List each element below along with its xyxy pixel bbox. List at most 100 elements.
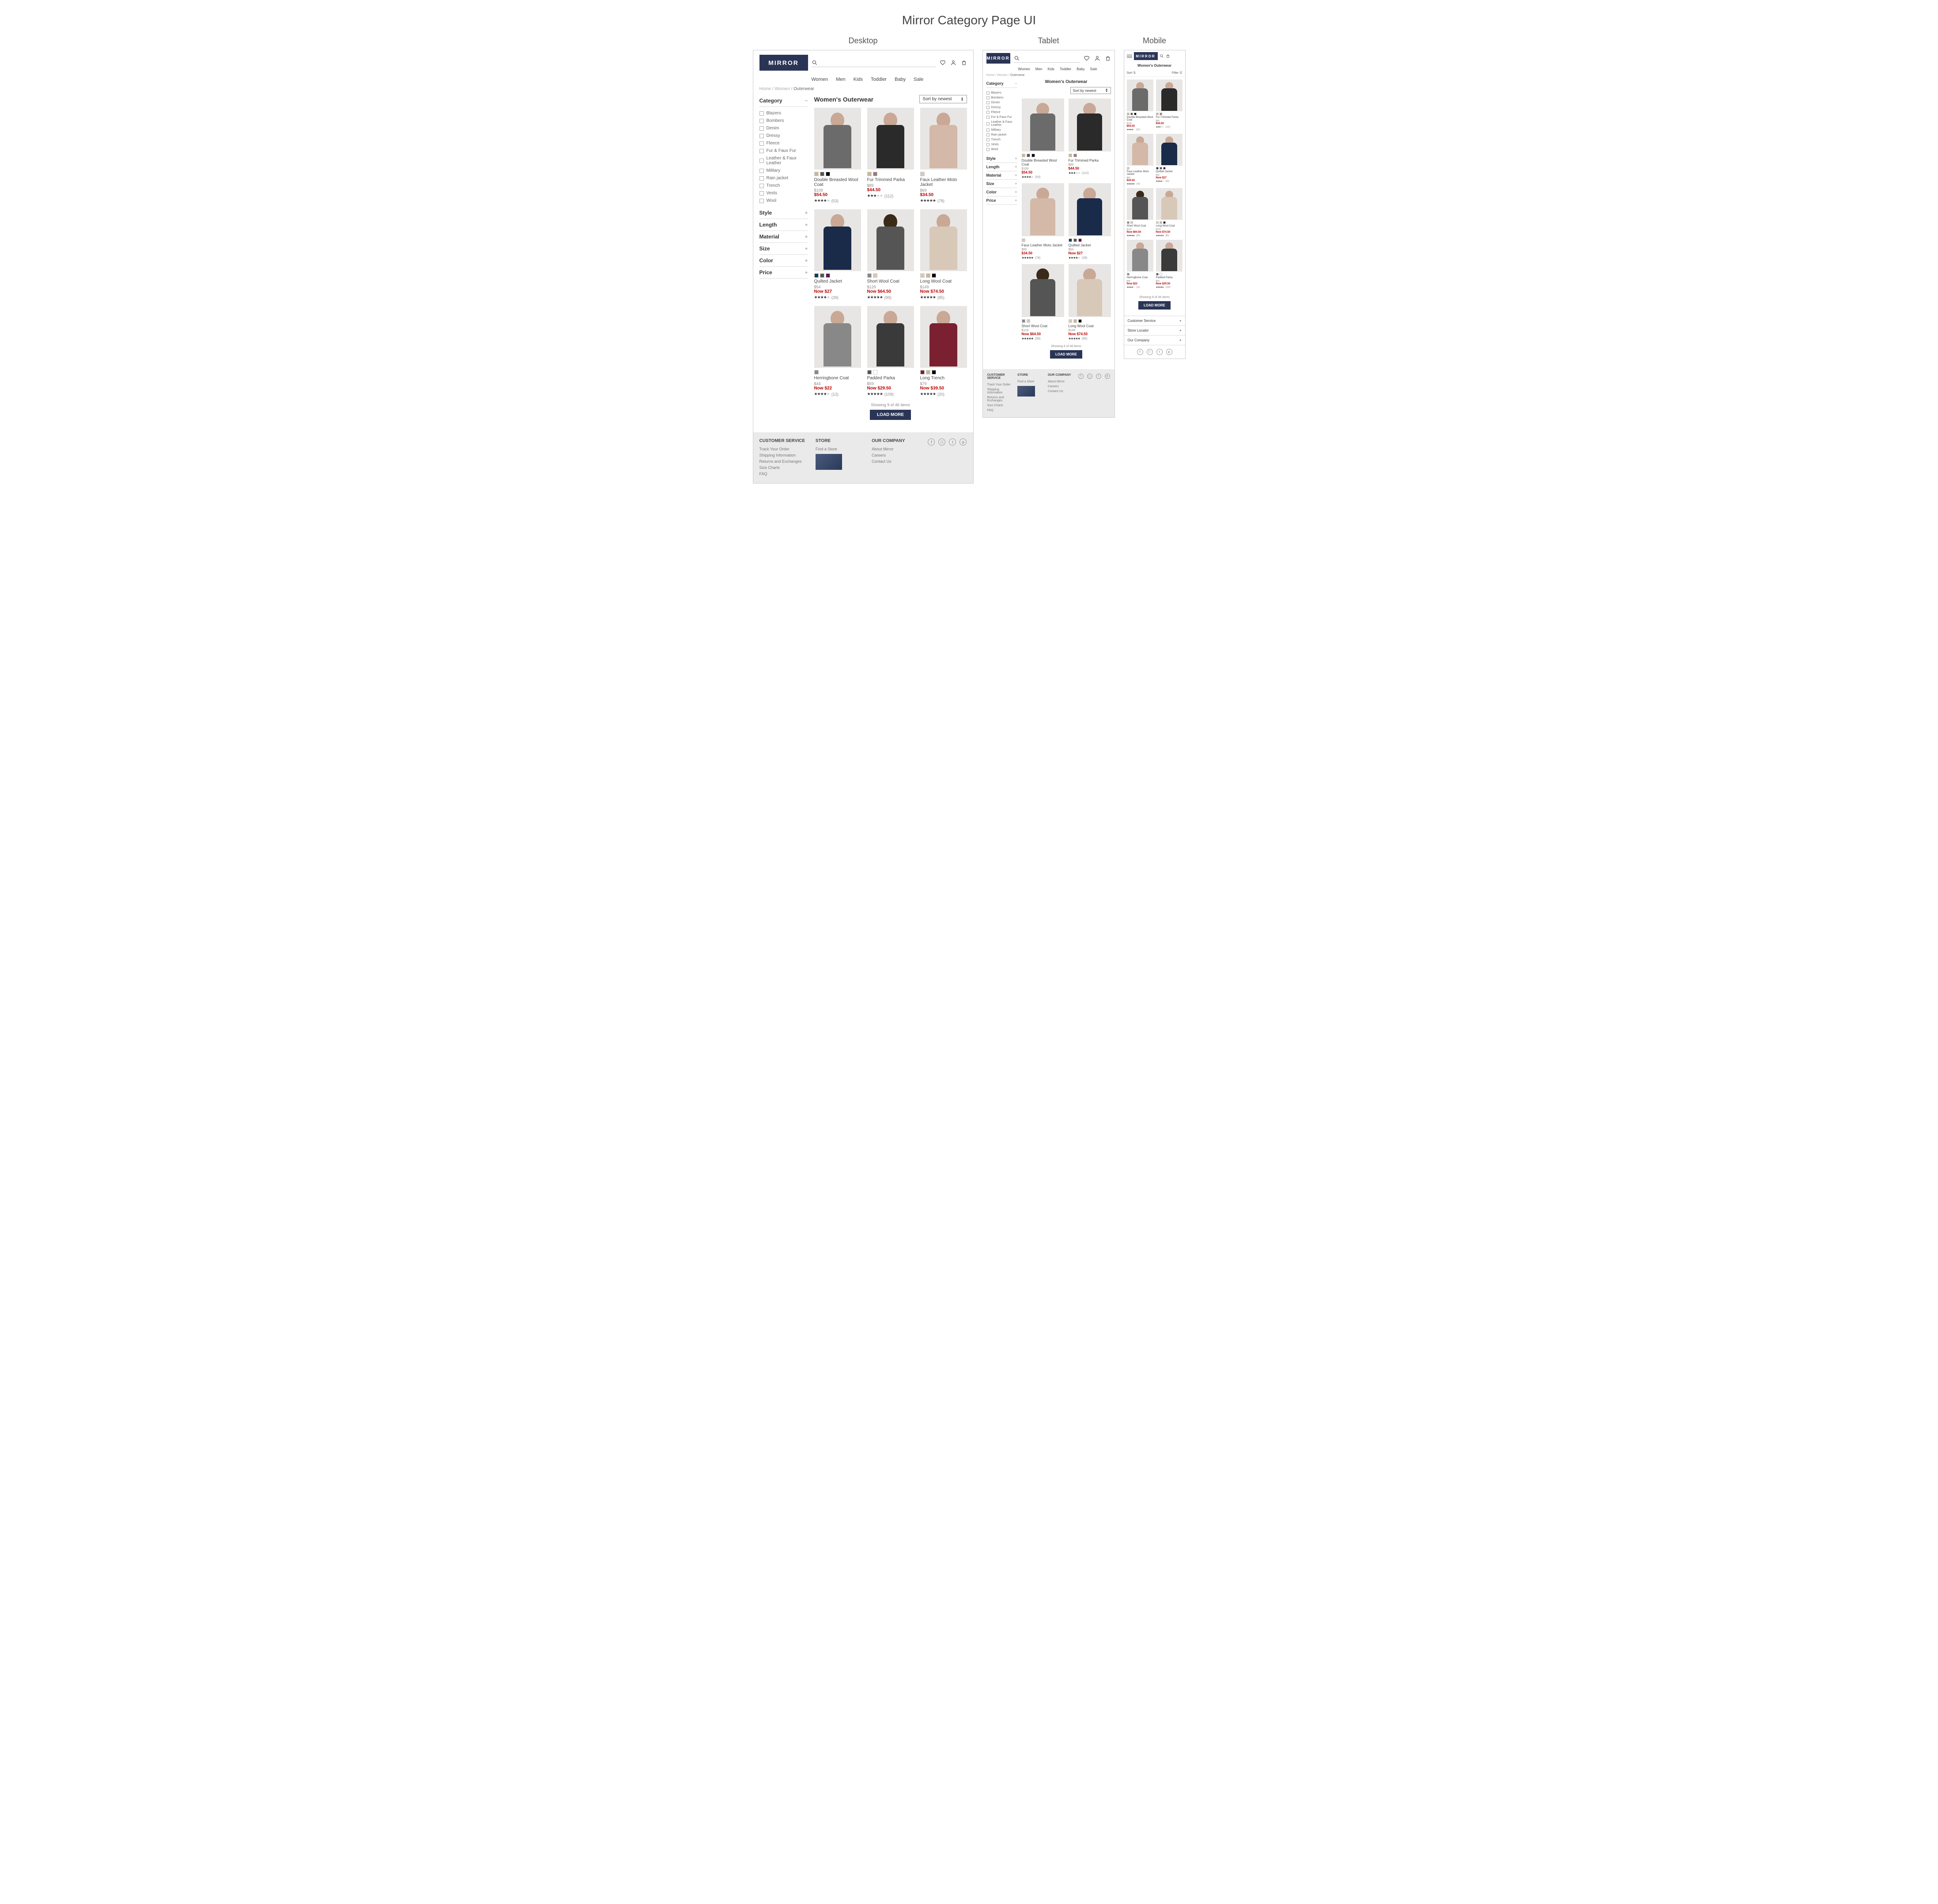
product-card[interactable]: Herringbone Coat$44Now $22★★★★★(12) — [1127, 240, 1153, 289]
logo[interactable]: MIRROR — [1134, 52, 1158, 60]
color-swatch[interactable] — [920, 273, 925, 278]
footer-link[interactable]: Find a Store — [1017, 379, 1043, 384]
product-card[interactable]: Quilted Jacket$54Now $27★★★★★(39) — [814, 209, 861, 300]
product-card[interactable]: Double Breasted Wool Coat$109$54.50★★★★★… — [1127, 79, 1153, 131]
filter-option[interactable]: Blazers — [986, 91, 1017, 95]
product-card[interactable]: Faux Leather Moto Jacket$69$34.50★★★★★(7… — [1127, 134, 1153, 185]
color-swatch[interactable] — [1069, 319, 1072, 323]
product-card[interactable]: Short Wool Coat$129Now $64.50★★★★★(99) — [1022, 264, 1064, 340]
product-image[interactable] — [1156, 240, 1182, 272]
social-icon[interactable]: p — [960, 438, 967, 446]
sort-dropdown[interactable]: Sort by newest▲▼ — [919, 95, 967, 103]
product-card[interactable]: Padded Parka$59Now $29.50★★★★★(109) — [1156, 240, 1182, 289]
color-swatch[interactable] — [1069, 238, 1072, 242]
product-card[interactable]: Quilted Jacket$54Now $27★★★★★(39) — [1069, 183, 1111, 260]
logo[interactable]: MIRROR — [759, 55, 808, 71]
social-icon[interactable]: ⓘ — [1087, 374, 1092, 379]
footer-link[interactable]: About Mirror — [872, 446, 919, 452]
load-more-button[interactable]: LOAD MORE — [1138, 301, 1171, 310]
nav-toddler[interactable]: Toddler — [871, 77, 887, 82]
product-image[interactable] — [814, 108, 861, 170]
nav-toddler[interactable]: Toddler — [1060, 67, 1071, 71]
filter-button[interactable]: Filter ☰ — [1172, 71, 1182, 75]
social-icon[interactable]: ⓘ — [938, 438, 945, 446]
color-swatch[interactable] — [1127, 113, 1130, 115]
product-image[interactable] — [1022, 98, 1064, 151]
breadcrumb-link[interactable]: Women — [775, 87, 790, 91]
color-swatch[interactable] — [1022, 238, 1025, 242]
nav-baby[interactable]: Baby — [895, 77, 906, 82]
sort-button[interactable]: Sort ⇅ — [1127, 71, 1136, 75]
filter-style-header[interactable]: Style+ — [759, 207, 808, 219]
hamburger-icon[interactable] — [1127, 55, 1132, 58]
product-card[interactable]: Short Wool Coat$129Now $64.50★★★★★(99) — [867, 209, 914, 300]
search-bar[interactable] — [812, 59, 936, 67]
footer-link[interactable]: Size Charts — [759, 465, 807, 471]
product-image[interactable] — [920, 108, 967, 170]
color-swatch[interactable] — [1160, 273, 1162, 276]
color-swatch[interactable] — [1163, 221, 1166, 224]
color-swatch[interactable] — [1027, 319, 1030, 323]
search-input[interactable] — [1022, 56, 1080, 60]
product-card[interactable]: Padded Parka$59Now $29.50★★★★★(109) — [867, 306, 914, 397]
breadcrumb-link[interactable]: Home — [759, 87, 771, 91]
filter-color-header[interactable]: Color+ — [986, 188, 1017, 196]
social-icon[interactable]: ⓘ — [1147, 349, 1153, 355]
nav-kids[interactable]: Kids — [1047, 67, 1054, 71]
product-card[interactable]: Fur Trimmed Parka$89$44.50★★★★★(112) — [1069, 98, 1111, 179]
color-swatch[interactable] — [1073, 319, 1077, 323]
filter-category-header[interactable]: Category− — [759, 95, 808, 107]
product-card[interactable]: Double Breasted Wool Coat$109$54.50★★★★★… — [1022, 98, 1064, 179]
color-swatch[interactable] — [1078, 319, 1082, 323]
filter-option[interactable]: Vests — [759, 189, 808, 197]
nav-sale[interactable]: Sale — [914, 77, 923, 82]
product-card[interactable]: Long Trench$79Now $39.50★★★★★(20) — [920, 306, 967, 397]
footer-link[interactable]: Careers — [1048, 384, 1073, 389]
color-swatch[interactable] — [1160, 167, 1162, 170]
nav-women[interactable]: Women — [1018, 67, 1030, 71]
color-swatch[interactable] — [926, 370, 930, 374]
color-swatch[interactable] — [867, 273, 872, 278]
product-image[interactable] — [1069, 98, 1111, 151]
footer-link[interactable]: Returns and Exchanges — [759, 458, 807, 465]
product-image[interactable] — [1127, 79, 1153, 111]
color-swatch[interactable] — [1027, 154, 1030, 157]
heart-icon[interactable] — [940, 60, 946, 66]
filter-option[interactable]: Bombers — [986, 95, 1017, 100]
nav-sale[interactable]: Sale — [1090, 67, 1097, 71]
color-swatch[interactable] — [1163, 167, 1166, 170]
filter-option[interactable]: Dressy — [986, 105, 1017, 110]
color-swatch[interactable] — [826, 273, 830, 278]
mobile-footer-item[interactable]: Store Locator+ — [1124, 325, 1185, 335]
product-card[interactable]: Double Breasted Wool Coat$109$54.50★★★★★… — [814, 108, 861, 203]
product-image[interactable] — [920, 306, 967, 368]
filter-option[interactable]: Rain jacket — [986, 132, 1017, 137]
color-swatch[interactable] — [814, 370, 819, 374]
product-image[interactable] — [1069, 264, 1111, 317]
filter-option[interactable]: Bombers — [759, 117, 808, 125]
load-more-button[interactable]: LOAD MORE — [1050, 350, 1082, 359]
filter-option[interactable]: Fur & Faux Fur — [986, 115, 1017, 120]
color-swatch[interactable] — [932, 370, 936, 374]
color-swatch[interactable] — [1160, 221, 1162, 224]
color-swatch[interactable] — [1022, 319, 1025, 323]
color-swatch[interactable] — [1127, 273, 1130, 276]
color-swatch[interactable] — [814, 273, 819, 278]
product-card[interactable]: Long Wool Coat$149Now $74.50★★★★★(85) — [1156, 188, 1182, 237]
footer-link[interactable]: Contact Us — [872, 458, 919, 465]
filter-option[interactable]: Dressy — [759, 132, 808, 140]
filter-option[interactable]: Leather & Faux Leather — [759, 155, 808, 167]
social-icon[interactable]: f — [1137, 349, 1143, 355]
filter-option[interactable]: Trench — [986, 137, 1017, 142]
color-swatch[interactable] — [1160, 113, 1162, 115]
filter-category-header[interactable]: Category− — [986, 79, 1017, 88]
breadcrumb-link[interactable]: Women — [997, 74, 1008, 77]
search-icon[interactable] — [1160, 54, 1164, 58]
filter-option[interactable]: Fur & Faux Fur — [759, 147, 808, 155]
product-image[interactable] — [1022, 183, 1064, 236]
filter-option[interactable]: Military — [759, 167, 808, 174]
footer-link[interactable]: Track Your Order — [987, 382, 1012, 387]
product-image[interactable] — [1156, 188, 1182, 220]
mobile-footer-item[interactable]: Our Company+ — [1124, 335, 1185, 345]
nav-kids[interactable]: Kids — [854, 77, 863, 82]
